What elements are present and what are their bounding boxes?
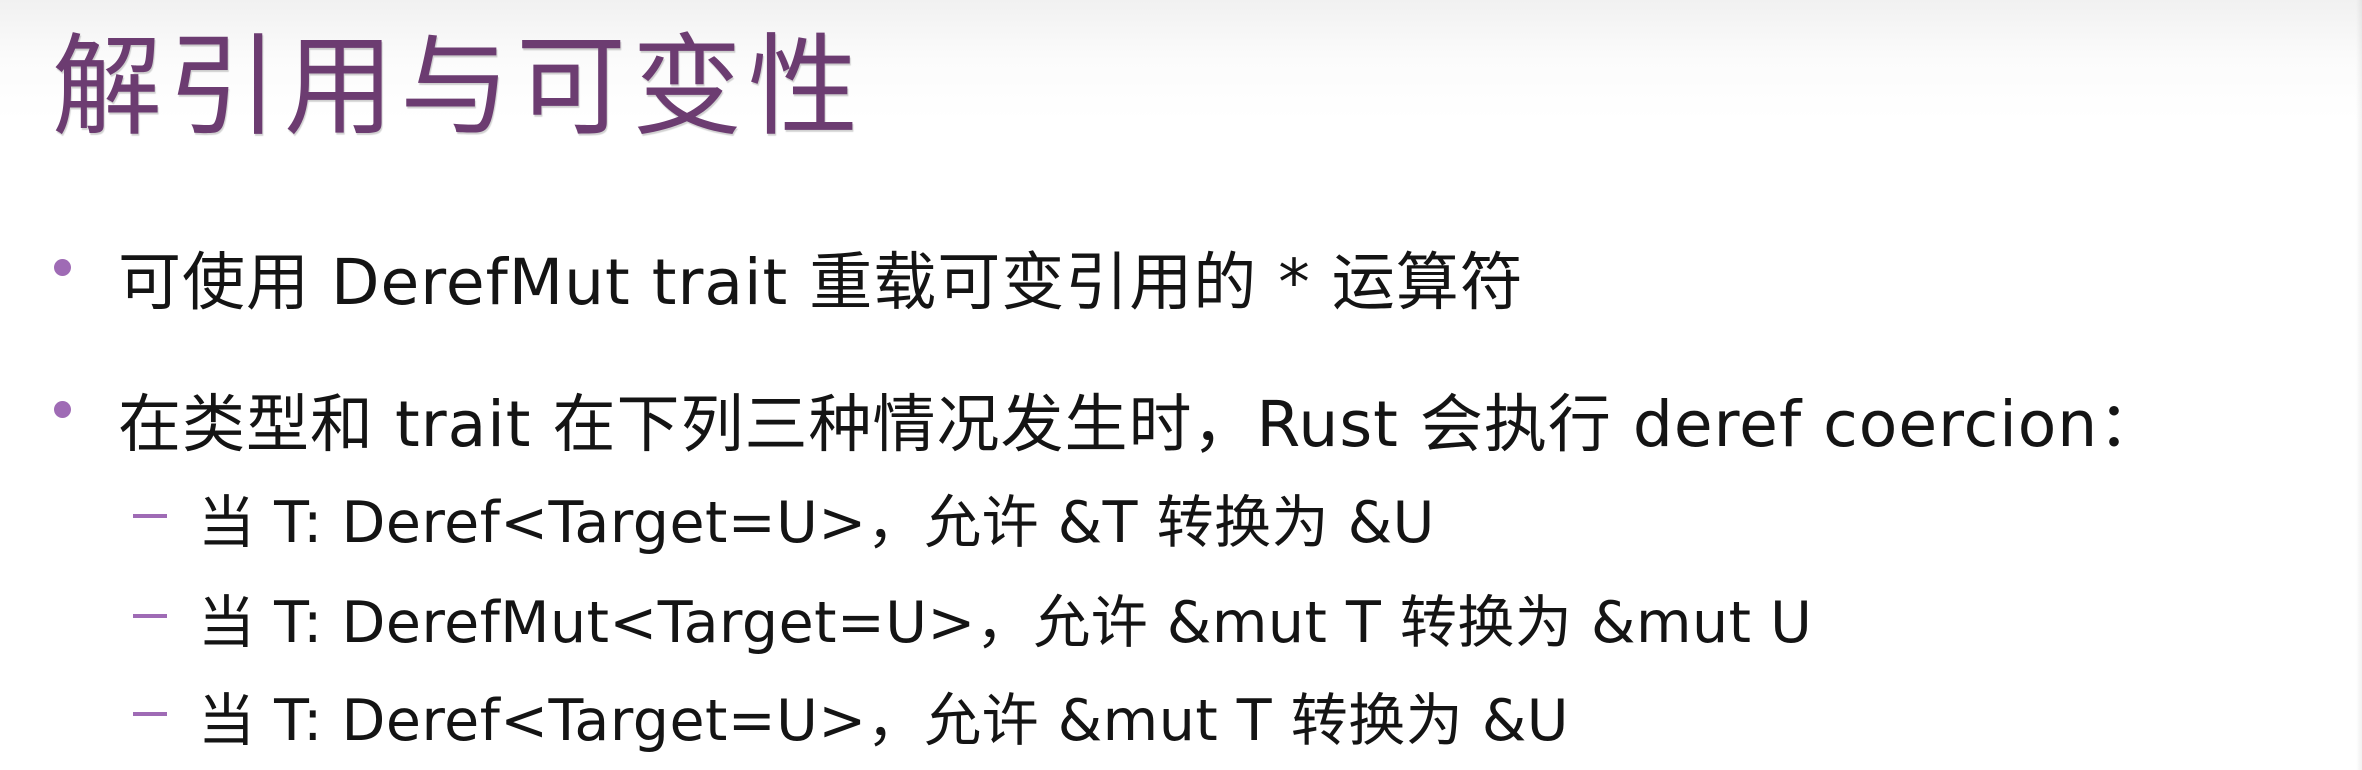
bullet-text: 在类型和 trait 在下列三种情况发生时，Rust 会执行 deref coe…	[118, 388, 2163, 461]
sub-bullet-text: 当 T: Deref<Target=U>，允许 &T 转换为 &U	[198, 490, 1435, 556]
bullet-dot-icon	[54, 401, 71, 418]
slide: 解引用与可变性 可使用 DerefMut trait 重载可变引用的 * 运算符…	[0, 0, 2362, 770]
dash-icon	[133, 614, 167, 618]
sub-bullet-text: 当 T: Deref<Target=U>，允许 &mut T 转换为 &U	[198, 688, 1570, 754]
bullet-text: 可使用 DerefMut trait 重载可变引用的 * 运算符	[118, 246, 1524, 319]
sub-bullet-text: 当 T: DerefMut<Target=U>，允许 &mut T 转换为 &m…	[198, 590, 1813, 656]
dash-icon	[133, 514, 167, 518]
slide-edge	[2356, 0, 2362, 770]
slide-title: 解引用与可变性	[52, 23, 864, 151]
bullet-dot-icon	[54, 259, 71, 276]
dash-icon	[133, 712, 167, 716]
